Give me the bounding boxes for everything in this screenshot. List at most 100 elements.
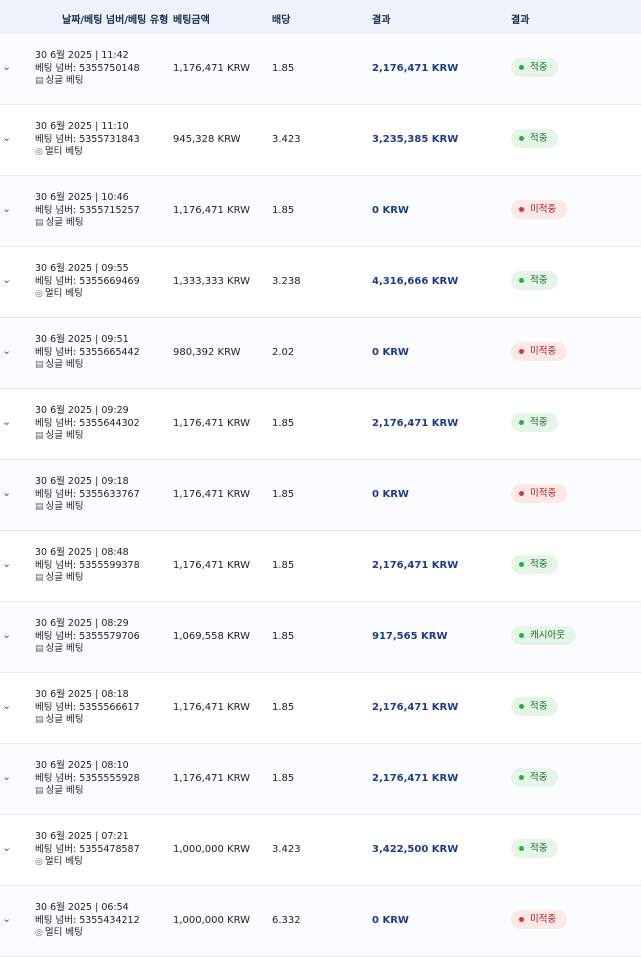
table-row[interactable]: ⌄ 30 6월 2025 | 07:21 베팅 넘버: 5355478587 ◎…	[0, 815, 641, 886]
bet-info: 30 6월 2025 | 09:18 베팅 넘버: 5355633767 ▤ 싱글…	[35, 476, 140, 514]
bet-info: 30 6월 2025 | 08:29 베팅 넘버: 5355579706 ▤ 싱글…	[35, 618, 140, 656]
chevron-down-icon[interactable]: ⌄	[2, 842, 14, 854]
status-label: 미적중	[530, 204, 557, 215]
chevron-down-icon[interactable]: ⌄	[2, 558, 14, 570]
status-badge: 적중	[511, 413, 559, 432]
header-amount[interactable]: 베팅금액	[173, 11, 210, 26]
bet-result-amount: 2,176,471 KRW	[372, 773, 459, 784]
status-badge: 캐시아웃	[511, 626, 576, 645]
bet-odds: 3.423	[272, 134, 301, 145]
bet-amount: 1,069,558 KRW	[173, 631, 251, 642]
bet-type: ◎ 멀티 베팅	[35, 856, 140, 869]
bet-odds: 1.85	[272, 418, 295, 429]
chevron-down-icon[interactable]: ⌄	[2, 274, 14, 286]
status-dot	[519, 349, 524, 354]
bet-result-amount: 917,565 KRW	[372, 631, 448, 642]
bet-date: 30 6월 2025 | 07:21	[35, 831, 129, 842]
bet-type: ▤ 싱글 베팅	[35, 217, 140, 230]
bet-type-icon: ▤	[35, 502, 44, 512]
bet-amount: 1,176,471 KRW	[173, 560, 251, 571]
bet-amount: 1,176,471 KRW	[173, 418, 251, 429]
chevron-down-icon[interactable]: ⌄	[2, 487, 14, 499]
table-row[interactable]: ⌄ 30 6월 2025 | 08:10 베팅 넘버: 5355555928 ▤…	[0, 744, 641, 815]
bet-number: 베팅 넘버: 5355566617	[35, 701, 140, 713]
bet-type-icon: ▤	[35, 786, 44, 796]
table-row[interactable]: ⌄ 30 6월 2025 | 11:42 베팅 넘버: 5355750148 ▤…	[0, 34, 641, 105]
status-dot	[519, 562, 524, 567]
header-info[interactable]: 날짜/베팅 넘버/베팅 유형	[62, 11, 168, 26]
chevron-down-icon[interactable]: ⌄	[2, 416, 14, 428]
status-label: 적중	[530, 133, 548, 144]
bet-type: ▤ 싱글 베팅	[35, 359, 140, 372]
bet-result-amount: 3,422,500 KRW	[372, 844, 459, 855]
status-label: 미적중	[530, 346, 557, 357]
bet-amount: 1,333,333 KRW	[173, 276, 251, 287]
bet-type-label: 싱글 베팅	[45, 501, 84, 512]
status-label: 캐시아웃	[530, 630, 565, 641]
bet-amount: 1,000,000 KRW	[173, 915, 251, 926]
bet-info: 30 6월 2025 | 11:42 베팅 넘버: 5355750148 ▤ 싱글…	[35, 50, 140, 88]
bet-result-amount: 0 KRW	[372, 915, 409, 926]
bet-date: 30 6월 2025 | 08:48	[35, 547, 129, 558]
bet-type-icon: ◎	[35, 857, 43, 867]
chevron-down-icon[interactable]: ⌄	[2, 629, 14, 641]
chevron-down-icon[interactable]: ⌄	[2, 913, 14, 925]
bet-number: 베팅 넘버: 5355731843	[35, 133, 140, 145]
bet-result-amount: 4,316,666 KRW	[372, 276, 459, 287]
bet-info: 30 6월 2025 | 08:18 베팅 넘버: 5355566617 ▤ 싱글…	[35, 689, 140, 727]
bet-result-amount: 2,176,471 KRW	[372, 418, 459, 429]
table-row[interactable]: ⌄ 30 6월 2025 | 09:55 베팅 넘버: 5355669469 ◎…	[0, 247, 641, 318]
bet-number: 베팅 넘버: 5355669469	[35, 275, 140, 287]
chevron-down-icon[interactable]: ⌄	[2, 203, 14, 215]
bet-type-label: 싱글 베팅	[45, 572, 84, 583]
bet-amount: 1,000,000 KRW	[173, 844, 251, 855]
table-row[interactable]: ⌄ 30 6월 2025 | 11:10 베팅 넘버: 5355731843 ◎…	[0, 105, 641, 176]
bet-type-label: 싱글 베팅	[45, 785, 84, 796]
bet-type: ◎ 멀티 베팅	[35, 288, 140, 301]
header-result[interactable]: 결과	[372, 11, 390, 26]
bet-type-icon: ◎	[35, 928, 43, 938]
bet-result-amount: 0 KRW	[372, 489, 409, 500]
bet-date: 30 6월 2025 | 06:54	[35, 902, 129, 913]
bet-date: 30 6월 2025 | 09:55	[35, 263, 129, 274]
status-badge: 적중	[511, 839, 559, 858]
chevron-down-icon[interactable]: ⌄	[2, 132, 14, 144]
table-row[interactable]: ⌄ 30 6월 2025 | 08:18 베팅 넘버: 5355566617 ▤…	[0, 673, 641, 744]
bet-info: 30 6월 2025 | 10:46 베팅 넘버: 5355715257 ▤ 싱글…	[35, 192, 140, 230]
bet-odds: 1.85	[272, 63, 295, 74]
status-badge: 적중	[511, 768, 559, 787]
status-label: 적중	[530, 417, 548, 428]
bet-date: 30 6월 2025 | 10:46	[35, 192, 129, 203]
bet-type: ▤ 싱글 베팅	[35, 572, 140, 585]
status-dot	[519, 278, 524, 283]
table-row[interactable]: ⌄ 30 6월 2025 | 08:48 베팅 넘버: 5355599378 ▤…	[0, 531, 641, 602]
header-odds[interactable]: 배당	[272, 11, 290, 26]
chevron-down-icon[interactable]: ⌄	[2, 345, 14, 357]
bet-odds: 1.85	[272, 560, 295, 571]
status-badge: 적중	[511, 697, 559, 716]
table-row[interactable]: ⌄ 30 6월 2025 | 10:46 베팅 넘버: 5355715257 ▤…	[0, 176, 641, 247]
chevron-down-icon[interactable]: ⌄	[2, 61, 14, 73]
bet-odds: 2.02	[272, 347, 295, 358]
header-status[interactable]: 결과	[511, 11, 529, 26]
bet-type: ▤ 싱글 베팅	[35, 75, 140, 88]
bet-number: 베팅 넘버: 5355579706	[35, 630, 140, 642]
table-header: 날짜/베팅 넘버/베팅 유형 베팅금액 배당 결과 결과	[0, 0, 641, 34]
bet-type: ▤ 싱글 베팅	[35, 714, 140, 727]
bet-result-amount: 0 KRW	[372, 347, 409, 358]
table-row[interactable]: ⌄ 30 6월 2025 | 09:29 베팅 넘버: 5355644302 ▤…	[0, 389, 641, 460]
bet-info: 30 6월 2025 | 06:54 베팅 넘버: 5355434212 ◎ 멀티…	[35, 902, 140, 940]
table-row[interactable]: ⌄ 30 6월 2025 | 06:54 베팅 넘버: 5355434212 ◎…	[0, 886, 641, 957]
bet-type-icon: ◎	[35, 289, 43, 299]
bet-info: 30 6월 2025 | 09:29 베팅 넘버: 5355644302 ▤ 싱글…	[35, 405, 140, 443]
table-row[interactable]: ⌄ 30 6월 2025 | 09:51 베팅 넘버: 5355665442 ▤…	[0, 318, 641, 389]
chevron-down-icon[interactable]: ⌄	[2, 771, 14, 783]
bet-info: 30 6월 2025 | 07:21 베팅 넘버: 5355478587 ◎ 멀티…	[35, 831, 140, 869]
table-row[interactable]: ⌄ 30 6월 2025 | 08:29 베팅 넘버: 5355579706 ▤…	[0, 602, 641, 673]
chevron-down-icon[interactable]: ⌄	[2, 700, 14, 712]
bet-odds: 1.85	[272, 205, 295, 216]
bet-result-amount: 0 KRW	[372, 205, 409, 216]
bet-type: ▤ 싱글 베팅	[35, 501, 140, 514]
table-row[interactable]: ⌄ 30 6월 2025 | 09:18 베팅 넘버: 5355633767 ▤…	[0, 460, 641, 531]
status-label: 적중	[530, 772, 548, 783]
